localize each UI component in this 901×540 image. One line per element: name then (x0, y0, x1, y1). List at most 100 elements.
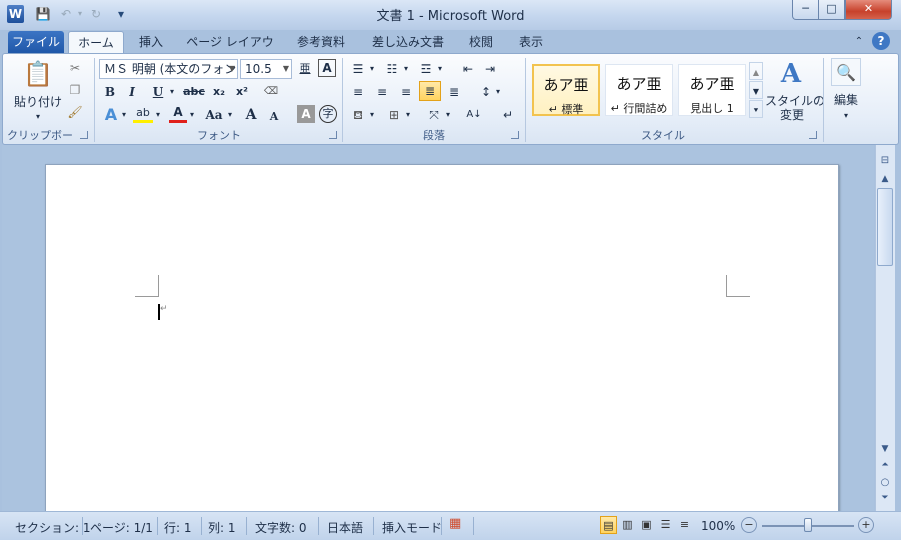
paragraph-launcher-icon[interactable] (511, 131, 519, 139)
clear-formatting-icon[interactable]: ⌫ (261, 82, 281, 102)
subscript-button[interactable]: x₂ (209, 82, 229, 102)
status-language[interactable]: 日本語 (327, 519, 363, 536)
shading-dropdown-icon[interactable]: ▾ (367, 105, 377, 125)
tab-file[interactable]: ファイル (8, 31, 64, 54)
status-column[interactable]: 列: 1 (208, 519, 236, 536)
enclose-characters-icon[interactable]: 字 (319, 105, 337, 123)
change-styles-button[interactable]: スタイルの 変更 (765, 94, 825, 124)
align-center-icon[interactable]: ≡ (373, 82, 391, 102)
scroll-down-icon[interactable]: ▼ (875, 444, 895, 454)
outline-view-icon[interactable]: ☰ (657, 516, 674, 534)
status-line[interactable]: 行: 1 (164, 519, 192, 536)
show-marks-icon[interactable]: ↵ (499, 105, 517, 125)
style-scroll-up-icon[interactable]: ▲ (749, 62, 763, 80)
style-normal[interactable]: あア亜 ↵ 標準 (532, 64, 600, 116)
zoom-level[interactable]: 100% (701, 519, 735, 533)
editing-dropdown-icon[interactable]: ▾ (839, 106, 853, 126)
document-page[interactable]: ↵ (45, 164, 839, 514)
font-launcher-icon[interactable] (329, 131, 337, 139)
style-no-spacing[interactable]: あア亜 ↵ 行間詰め (605, 64, 673, 116)
asian-layout-icon[interactable]: ⤧ (423, 105, 445, 125)
font-color-dropdown-icon[interactable]: ▾ (187, 105, 197, 125)
tab-mailings[interactable]: 差し込み文書 (366, 31, 450, 54)
underline-button[interactable]: U (149, 82, 167, 102)
distributed-icon[interactable]: ≣ (445, 82, 463, 102)
change-case-button[interactable]: Aa (202, 105, 226, 125)
tab-insert[interactable]: 挿入 (132, 31, 170, 54)
tab-review[interactable]: 校閲 (462, 31, 500, 54)
zoom-out-icon[interactable]: − (741, 517, 757, 533)
superscript-button[interactable]: x² (232, 82, 252, 102)
editing-icon[interactable]: 🔍 (831, 58, 861, 86)
phonetic-guide-icon[interactable]: 亜 (296, 59, 314, 79)
sort-icon[interactable]: A↓ (465, 105, 483, 125)
minimize-ribbon-icon[interactable]: ⌃ (852, 31, 866, 54)
style-scroll-down-icon[interactable]: ▼ (749, 81, 763, 99)
tab-home[interactable]: ホーム (68, 31, 124, 54)
multilevel-list-icon[interactable]: ☲ (417, 59, 435, 79)
numbering-dropdown-icon[interactable]: ▾ (401, 59, 411, 79)
justify-icon[interactable]: ≣ (419, 81, 441, 101)
close-button[interactable]: ✕ (845, 0, 892, 20)
draft-view-icon[interactable]: ≡ (676, 516, 693, 534)
character-shading-icon[interactable]: A (297, 105, 315, 123)
change-styles-icon[interactable]: A (773, 57, 809, 91)
align-left-icon[interactable]: ≡ (349, 82, 367, 102)
ruler-toggle-icon[interactable]: ⊟ (875, 155, 895, 166)
strikethrough-button[interactable]: abc (181, 82, 207, 102)
shrink-font-button[interactable]: A (265, 107, 283, 127)
zoom-in-icon[interactable]: + (858, 517, 874, 533)
web-layout-icon[interactable]: ▣ (638, 516, 655, 534)
style-more-icon[interactable]: ⯆ (749, 100, 763, 118)
minimize-button[interactable]: ─ (792, 0, 819, 20)
paste-icon[interactable]: 📋 (23, 59, 53, 89)
styles-launcher-icon[interactable] (809, 131, 817, 139)
full-screen-reading-icon[interactable]: ▥ (619, 516, 636, 534)
increase-indent-icon[interactable]: ⇥ (481, 59, 499, 79)
highlight-icon[interactable]: ab (133, 105, 153, 123)
line-spacing-dropdown-icon[interactable]: ▾ (493, 82, 503, 102)
highlight-dropdown-icon[interactable]: ▾ (153, 105, 163, 125)
tab-view[interactable]: 表示 (512, 31, 550, 54)
tab-page-layout[interactable]: ページ レイアウト (182, 31, 278, 71)
text-effects-dropdown-icon[interactable]: ▾ (119, 105, 129, 125)
scroll-up-icon[interactable]: ▲ (875, 174, 895, 184)
style-heading-1[interactable]: あア亜 見出し 1 (678, 64, 746, 116)
text-effects-icon[interactable]: A (101, 105, 121, 125)
font-size-combo[interactable]: 10.5 ▼ (240, 59, 292, 79)
macro-recording-icon[interactable]: ▦ (449, 516, 461, 531)
zoom-slider-thumb[interactable] (804, 518, 812, 532)
bullets-icon[interactable]: ☰ (349, 59, 367, 79)
borders-icon[interactable]: ⊞ (385, 105, 403, 125)
numbering-icon[interactable]: ☷ (383, 59, 401, 79)
bold-button[interactable]: B (101, 82, 119, 102)
paste-dropdown-icon[interactable]: ▾ (31, 107, 45, 127)
font-name-combo[interactable]: ＭＳ 明朝 (本文のフォン ▼ (99, 59, 238, 79)
status-section[interactable]: セクション: 1 (15, 519, 91, 536)
next-page-icon[interactable]: ⏷ (875, 493, 895, 503)
tab-references[interactable]: 参考資料 (290, 31, 352, 54)
print-layout-view-icon[interactable]: ▤ (600, 516, 617, 534)
cut-icon[interactable]: ✂ (65, 58, 85, 78)
font-color-icon[interactable]: A (169, 105, 187, 123)
format-painter-icon[interactable]: 🖌 (65, 102, 85, 122)
select-browse-object-icon[interactable]: ○ (875, 477, 895, 488)
underline-dropdown-icon[interactable]: ▾ (167, 82, 177, 102)
scroll-thumb[interactable] (877, 188, 893, 266)
help-icon[interactable]: ? (872, 32, 890, 50)
clipboard-launcher-icon[interactable] (80, 131, 88, 139)
status-insert-mode[interactable]: 挿入モード (382, 519, 442, 536)
grow-font-button[interactable]: A (241, 105, 261, 125)
asian-layout-dropdown-icon[interactable]: ▾ (443, 105, 453, 125)
copy-icon[interactable]: ❐ (65, 80, 85, 100)
change-case-dropdown-icon[interactable]: ▾ (225, 105, 235, 125)
multilevel-dropdown-icon[interactable]: ▾ (435, 59, 445, 79)
italic-button[interactable]: I (123, 82, 141, 102)
previous-page-icon[interactable]: ⏶ (875, 460, 895, 470)
status-word-count[interactable]: 文字数: 0 (255, 519, 307, 536)
decrease-indent-icon[interactable]: ⇤ (459, 59, 477, 79)
status-page[interactable]: ページ: 1/1 (90, 519, 153, 536)
borders-dropdown-icon[interactable]: ▾ (403, 105, 413, 125)
bullets-dropdown-icon[interactable]: ▾ (367, 59, 377, 79)
character-border-icon[interactable]: A (318, 59, 336, 77)
